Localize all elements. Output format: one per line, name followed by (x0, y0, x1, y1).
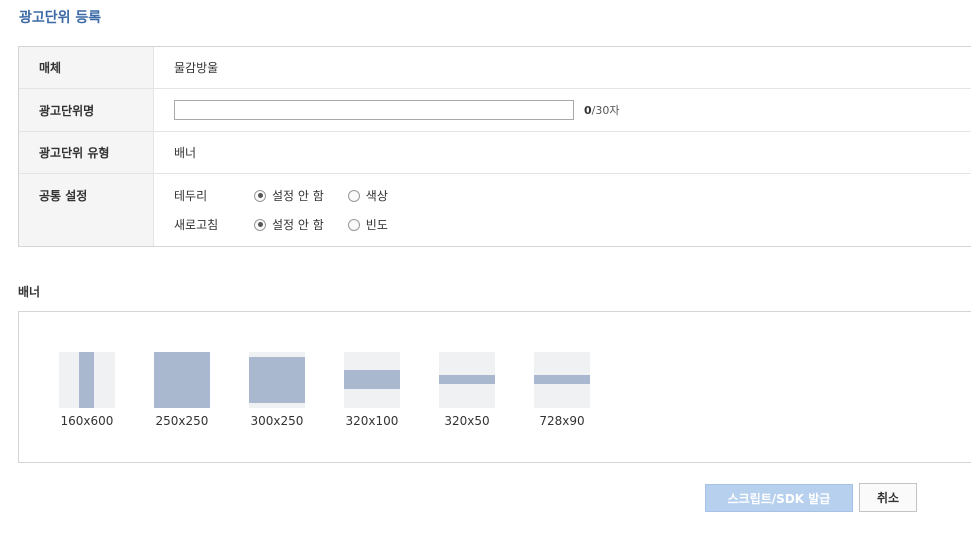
issue-script-sdk-button[interactable]: 스크립트/SDK 발급 (705, 484, 853, 512)
page-title: 광고단위 등록 (19, 10, 102, 26)
radio-checked-icon (254, 189, 266, 202)
refresh-label: 새로고침 (174, 218, 219, 232)
banner-size-label: 320x100 (345, 414, 399, 428)
banner-size-250x250[interactable]: 250x250 (154, 352, 210, 428)
border-setting: 테두리 설정 안 함 색상 (174, 187, 412, 205)
banner-size-picker: 160x600 250x250 300x250 320x100 320x50 7… (18, 311, 971, 463)
unit-type-row: 광고단위 유형 배너 (19, 132, 971, 174)
radio-label: 색상 (365, 189, 388, 203)
banner-thumb-icon (249, 352, 305, 408)
border-label: 테두리 (174, 189, 208, 203)
banner-thumb-icon (59, 352, 115, 408)
char-count-current: 0 (584, 104, 592, 117)
unit-name-row: 광고단위명 0/30자 (19, 89, 971, 132)
banner-size-label: 320x50 (444, 414, 490, 428)
banner-size-label: 300x250 (250, 414, 304, 428)
radio-label: 설정 안 함 (272, 189, 324, 203)
border-option-color[interactable]: 색상 (347, 187, 388, 204)
radio-unchecked-icon (347, 189, 360, 202)
banner-size-300x250[interactable]: 300x250 (249, 352, 305, 428)
banner-thumb-icon (154, 352, 210, 408)
banner-size-320x50[interactable]: 320x50 (439, 352, 495, 428)
refresh-option-none[interactable]: 설정 안 함 (254, 216, 324, 233)
border-option-none[interactable]: 설정 안 함 (254, 187, 324, 204)
banner-size-728x90[interactable]: 728x90 (534, 352, 590, 428)
banner-size-320x100[interactable]: 320x100 (344, 352, 400, 428)
media-row: 매체 물감방울 (19, 47, 971, 89)
refresh-setting: 새로고침 설정 안 함 빈도 (174, 216, 412, 234)
radio-checked-icon (254, 218, 266, 231)
banner-size-160x600[interactable]: 160x600 (59, 352, 115, 428)
banner-thumb-icon (344, 352, 400, 408)
cancel-button[interactable]: 취소 (859, 483, 917, 512)
unit-name-input[interactable] (174, 100, 574, 120)
common-settings-row: 공통 설정 테두리 설정 안 함 색상 새로고침 설정 안 함 빈도 (19, 174, 971, 246)
unit-type-label: 광고단위 유형 (19, 132, 154, 173)
media-value: 물감방울 (174, 61, 219, 75)
char-count-limit: /30자 (591, 104, 620, 117)
banner-size-label: 728x90 (539, 414, 585, 428)
unit-name-label: 광고단위명 (19, 89, 154, 131)
banner-thumb-icon (534, 352, 590, 408)
radio-unchecked-icon (347, 218, 360, 231)
unit-type-value: 배너 (174, 146, 197, 160)
banner-size-label: 160x600 (60, 414, 114, 428)
common-settings-label: 공통 설정 (19, 174, 154, 246)
banner-size-label: 250x250 (155, 414, 209, 428)
media-label: 매체 (19, 47, 154, 88)
radio-label: 설정 안 함 (272, 218, 324, 232)
ad-unit-form: 매체 물감방울 광고단위명 0/30자 광고단위 유형 배너 공통 설정 테두리… (18, 46, 971, 247)
refresh-option-frequency[interactable]: 빈도 (347, 216, 388, 233)
banner-thumb-icon (439, 352, 495, 408)
radio-label: 빈도 (365, 218, 388, 232)
char-counter: 0/30자 (584, 102, 619, 118)
banner-section-title: 배너 (18, 285, 41, 299)
